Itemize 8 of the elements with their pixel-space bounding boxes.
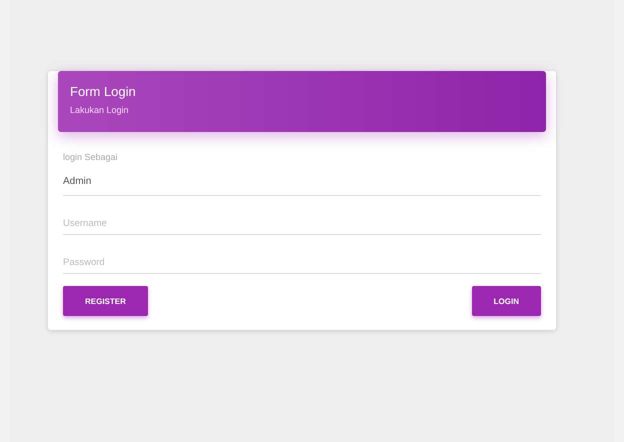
login-button[interactable]: LOGIN [472,286,541,316]
input-field[interactable]: Username [63,214,541,235]
register-button[interactable]: REGISTER [63,286,148,316]
form-subtitle: Lakukan Login [70,105,130,115]
role-select[interactable]: Admin [63,176,541,196]
form-title: Form Login [70,84,137,99]
field-label: login Sebagai [63,152,118,162]
input-field[interactable]: Password [63,253,541,274]
